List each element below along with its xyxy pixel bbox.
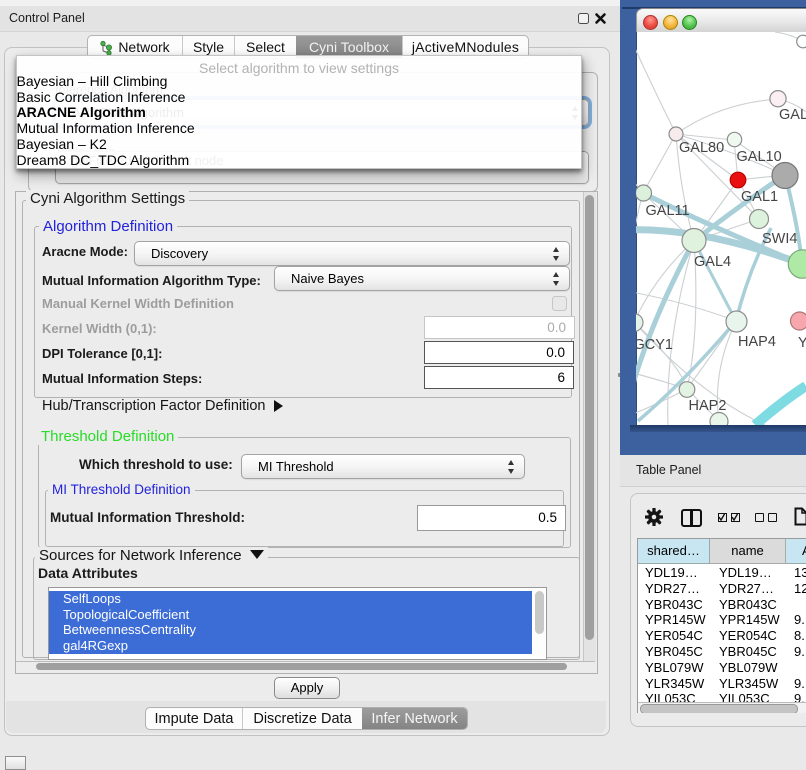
svg-text:SWI4: SWI4: [762, 231, 797, 247]
svg-text:HAP4: HAP4: [738, 334, 776, 350]
svg-text:GAL4: GAL4: [694, 254, 731, 270]
svg-text:HAP2: HAP2: [689, 398, 727, 414]
svg-text:GCY1: GCY1: [636, 337, 673, 353]
svg-text:GAL80: GAL80: [679, 140, 724, 156]
svg-text:GAL7: GAL7: [779, 107, 806, 123]
svg-text:GAL10: GAL10: [737, 149, 782, 165]
svg-text:YJ: YJ: [798, 335, 806, 351]
svg-text:GAL1: GAL1: [741, 189, 778, 205]
svg-text:GAL11: GAL11: [646, 203, 690, 219]
